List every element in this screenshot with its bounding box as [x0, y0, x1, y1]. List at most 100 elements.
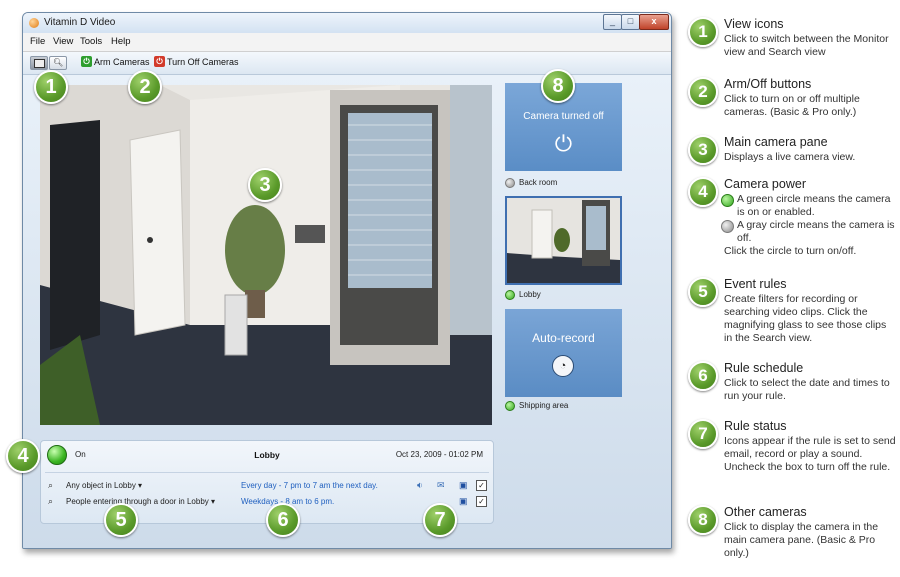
legend-title: View icons: [724, 17, 784, 31]
rule-enabled-checkbox[interactable]: ✓: [476, 480, 487, 491]
app-icon: [29, 18, 39, 28]
legend-badge: 2: [688, 77, 718, 107]
monitor-view: Camera turned off ⏻ Back room Lobby Auto…: [23, 75, 671, 548]
legend-rule-status: 7 Rule status Icons appear if the rule i…: [688, 419, 898, 499]
green-circle-text: A green circle means the camera is on or…: [737, 193, 891, 218]
close-button[interactable]: x: [639, 14, 669, 30]
maximize-button[interactable]: □: [621, 14, 640, 30]
main-camera-pane[interactable]: [40, 85, 492, 425]
toolbar: 🔍︎ ⏻ Arm Cameras ⏻ Turn Off Cameras: [23, 52, 671, 75]
monitor-view-button[interactable]: [30, 56, 48, 70]
callout-badge-1: 1: [34, 70, 68, 104]
back-room-power-toggle[interactable]: [505, 178, 515, 188]
callout-badge-8: 8: [541, 69, 575, 103]
divider: [45, 472, 489, 473]
title-bar: Vitamin D Video _ □ x: [23, 13, 671, 33]
callout-badge-7: 7: [423, 503, 457, 537]
gray-circle-text: A gray circle means the camera is off.: [737, 219, 895, 244]
off-power-icon: ⏻: [154, 56, 165, 67]
rule-enabled-checkbox[interactable]: ✓: [476, 496, 487, 507]
auto-record-text: Auto-record: [532, 331, 595, 345]
menu-tools[interactable]: Tools: [80, 36, 102, 47]
legend-camera-power: 4 Camera power A green circle means the …: [688, 177, 898, 272]
lobby-camera-feed: [40, 85, 492, 425]
legend-title: Main camera pane: [724, 135, 828, 149]
arm-power-icon: ⏻: [81, 56, 92, 67]
minimize-button[interactable]: _: [603, 14, 622, 30]
legend-rule-schedule: 6 Rule schedule Click to select the date…: [688, 361, 898, 415]
legend-badge: 3: [688, 135, 718, 165]
legend-body: Icons appear if the rule is set to send …: [724, 435, 896, 473]
power-icon: ⏻: [554, 131, 573, 156]
legend-body: Click to turn on or off multiple cameras…: [724, 93, 860, 118]
lobby-thumbnail: [507, 198, 620, 283]
callout-badge-2: 2: [128, 70, 162, 104]
rule-row: ⌕ Any object in Lobby ▾ Every day - 7 pm…: [41, 479, 493, 493]
menu-help[interactable]: Help: [111, 36, 131, 47]
menu-view[interactable]: View: [53, 36, 73, 47]
camera-off-text: Camera turned off: [523, 111, 604, 122]
rule-name-dropdown[interactable]: People entering through a door in Lobby …: [66, 497, 215, 506]
legend-view-icons: 1 View icons Click to switch between the…: [688, 17, 898, 71]
monitor-icon: [34, 59, 45, 68]
magnifier-icon: 🔍︎: [53, 58, 64, 67]
lobby-label: Lobby: [519, 290, 541, 299]
search-clips-icon[interactable]: ⌕: [48, 480, 53, 491]
legend-badge: 4: [688, 177, 718, 207]
power-click-note: Click the circle to turn on/off.: [724, 245, 857, 257]
legend-badge: 7: [688, 419, 718, 449]
legend-badge: 6: [688, 361, 718, 391]
legend-arm-off-buttons: 2 Arm/Off buttons Click to turn on or of…: [688, 77, 898, 131]
rule-schedule-link[interactable]: Every day - 7 pm to 7 am the next day.: [241, 481, 378, 490]
rule-name-dropdown[interactable]: Any object in Lobby ▾: [66, 481, 142, 490]
shipping-area-label: Shipping area: [519, 401, 569, 410]
legend-main-camera-pane: 3 Main camera pane Displays a live camer…: [688, 135, 898, 175]
green-circle-note: A green circle means the camera is on or…: [721, 193, 897, 219]
sound-icon: 🔉︎: [417, 480, 423, 490]
callout-badge-6: 6: [266, 503, 300, 537]
menu-file[interactable]: File: [30, 36, 45, 47]
menu-bar: File View Tools Help: [23, 33, 671, 52]
legend-other-cameras: 8 Other cameras Click to display the cam…: [688, 505, 898, 575]
lobby-camera-tile[interactable]: [505, 196, 622, 285]
turn-off-cameras-button[interactable]: Turn Off Cameras: [167, 57, 239, 67]
lobby-power-toggle[interactable]: [505, 290, 515, 300]
legend-title: Arm/Off buttons: [724, 77, 812, 91]
legend-title: Rule schedule: [724, 361, 804, 375]
legend-title: Camera power: [724, 177, 806, 191]
back-room-label: Back room: [519, 178, 558, 187]
gray-circle-note: A gray circle means the camera is off.: [721, 219, 897, 245]
legend-title: Other cameras: [724, 505, 807, 519]
email-icon: ✉︎: [437, 480, 445, 490]
record-icon: ▣: [459, 496, 468, 506]
legend-event-rules: 5 Event rules Create filters for recordi…: [688, 277, 898, 357]
search-clips-icon[interactable]: ⌕: [48, 496, 53, 507]
gray-circle-icon: [721, 220, 734, 233]
legend-badge: 1: [688, 17, 718, 47]
shipping-power-toggle[interactable]: [505, 401, 515, 411]
app-window: Vitamin D Video _ □ x File View Tools He…: [22, 12, 672, 549]
legend-body: Displays a live camera view.: [724, 151, 856, 163]
callout-badge-3: 3: [248, 168, 282, 202]
arm-cameras-button[interactable]: Arm Cameras: [94, 57, 150, 67]
green-circle-icon: [721, 194, 734, 207]
rule-name-text: People entering through a door in Lobby: [66, 497, 209, 506]
shipping-area-camera-tile[interactable]: Auto-record ◔: [505, 309, 622, 397]
search-view-button[interactable]: 🔍︎: [49, 56, 67, 70]
record-icon: ▣: [459, 480, 468, 490]
legend-badge: 8: [688, 505, 718, 535]
current-datetime: Oct 23, 2009 - 01:02 PM: [395, 450, 483, 459]
clock-icon: ◔: [552, 355, 574, 377]
rule-name-text: Any object in Lobby: [66, 481, 136, 490]
legend-body: Create filters for recording or searchin…: [724, 293, 887, 344]
window-title: Vitamin D Video: [44, 17, 116, 28]
legend-badge: 5: [688, 277, 718, 307]
legend-body: A green circle means the camera is on or…: [721, 193, 897, 258]
legend-title: Event rules: [724, 277, 787, 291]
callout-badge-4: 4: [6, 439, 40, 473]
callout-badge-5: 5: [104, 503, 138, 537]
legend-body: Click to switch between the Monitor view…: [724, 33, 889, 58]
legend-title: Rule status: [724, 419, 787, 433]
legend-body: Click to select the date and times to ru…: [724, 377, 890, 402]
legend-body: Click to display the camera in the main …: [724, 521, 879, 559]
